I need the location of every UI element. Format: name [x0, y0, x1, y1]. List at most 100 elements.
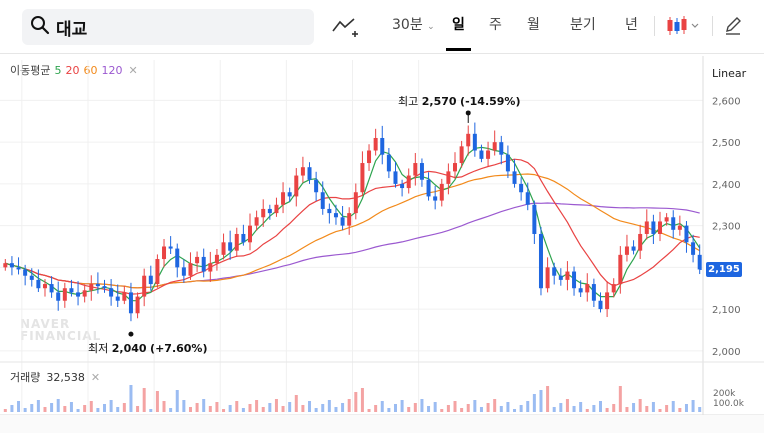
candle-body: [677, 225, 682, 230]
volume-bar: [89, 401, 93, 412]
volume-bar: [413, 403, 417, 412]
candle-body: [95, 284, 100, 287]
candle-body: [135, 296, 140, 314]
candle-body: [314, 179, 319, 193]
close-icon[interactable]: ✕: [91, 371, 100, 384]
candle-body: [195, 256, 200, 264]
candle-body: [611, 284, 616, 293]
candle-body: [214, 254, 219, 264]
volume-bar: [288, 402, 292, 412]
price-chart[interactable]: 2,0002,1002,2002,3002,4002,5002,6003월4월5…: [0, 0, 764, 433]
volume-bar: [592, 405, 596, 412]
high-annotation: 최고 2,570 (-14.59%): [398, 93, 520, 109]
volume-bar: [651, 402, 655, 412]
volume-bar: [691, 400, 695, 412]
volume-bar: [671, 401, 675, 412]
candle-body: [472, 133, 477, 151]
low-change: (+7.60%): [150, 342, 208, 355]
volume-bar: [526, 401, 530, 412]
volume-bar: [645, 406, 649, 412]
candle-body: [29, 275, 34, 280]
volume-bar: [393, 404, 397, 412]
volume-bar: [380, 401, 384, 412]
volume-bar: [427, 406, 431, 412]
candle-body: [697, 254, 702, 270]
candle-body: [247, 225, 252, 243]
volume-bar: [354, 392, 358, 412]
candle-body: [162, 246, 167, 260]
candle-body: [618, 254, 623, 285]
candle-body: [446, 171, 451, 184]
candle-body: [115, 296, 120, 301]
candle-body: [122, 292, 127, 301]
candle-body: [254, 217, 259, 226]
candle-body: [89, 284, 94, 291]
volume-bar: [387, 408, 391, 412]
candle-body: [69, 288, 74, 293]
candle-body: [23, 269, 28, 276]
candle-body: [591, 284, 596, 301]
volume-legend: 거래량 32,538 ✕: [10, 369, 100, 385]
volume-bar: [56, 399, 60, 412]
candle-body: [439, 183, 444, 201]
candle-body: [624, 246, 629, 255]
volume-bar: [638, 399, 642, 412]
volume-bar: [446, 405, 450, 412]
volume-bar: [605, 408, 609, 412]
volume-bar: [103, 404, 107, 412]
candle-body: [49, 284, 54, 293]
candle-body: [453, 163, 458, 172]
candle-body: [691, 242, 696, 255]
volume-bar: [83, 405, 87, 412]
volume-bar: [142, 388, 146, 412]
volume-bar: [479, 407, 483, 412]
current-price-tag: 2,195: [706, 261, 742, 277]
volume-bar: [499, 406, 503, 412]
candle-body: [3, 263, 8, 268]
volume-bar: [440, 409, 444, 412]
volume-bar: [235, 401, 239, 412]
candle-body: [585, 284, 590, 293]
volume-bar: [274, 399, 278, 412]
candle-body: [181, 267, 186, 276]
candle-body: [168, 246, 173, 249]
volume-bar: [678, 408, 682, 412]
candle-body: [638, 233, 643, 251]
candle-body: [62, 288, 67, 301]
candle-body: [512, 171, 517, 184]
volume-bar: [665, 405, 669, 412]
volume-tick-label: 100.0k: [713, 399, 745, 409]
volume-bar: [360, 388, 364, 412]
candle-body: [684, 225, 689, 243]
volume-bar: [17, 401, 21, 412]
volume-bar: [632, 403, 636, 412]
volume-bar: [539, 390, 543, 412]
low-value: 2,040: [111, 342, 147, 355]
candle-body: [109, 288, 114, 297]
y-tick-label: 2,000: [712, 347, 741, 358]
volume-bar: [546, 386, 550, 412]
candle-body: [281, 192, 286, 205]
volume-bar: [10, 405, 14, 412]
candle-body: [353, 192, 358, 214]
candle-body: [658, 221, 663, 234]
candle-body: [36, 279, 41, 289]
candle-body: [307, 167, 312, 180]
volume-bar: [466, 404, 470, 412]
y-tick-label: 2,600: [712, 96, 741, 107]
candle-body: [486, 150, 491, 159]
y-tick-label: 2,300: [712, 222, 741, 233]
candle-body: [538, 233, 543, 289]
volume-bar: [565, 399, 569, 412]
volume-bar: [202, 399, 206, 412]
y-tick-label: 2,500: [712, 138, 741, 149]
candle-body: [234, 233, 239, 251]
volume-bar: [334, 407, 338, 412]
high-label: 최고: [398, 95, 419, 108]
volume-bar: [513, 409, 517, 412]
volume-bar: [473, 400, 477, 412]
high-change: (-14.59%): [460, 95, 521, 108]
candle-body: [386, 154, 391, 172]
volume-bar: [129, 385, 133, 412]
candle-body: [605, 292, 610, 310]
